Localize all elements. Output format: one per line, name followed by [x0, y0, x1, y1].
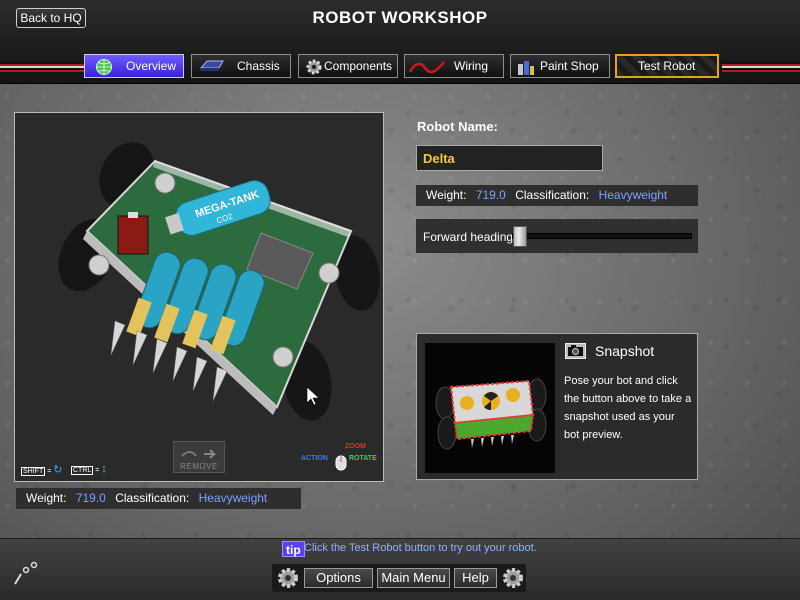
classification-value: Heavyweight: [598, 188, 668, 202]
forward-heading-slider-thumb[interactable]: [513, 226, 527, 247]
robot-name-label: Robot Name:: [417, 119, 498, 134]
weight-label: Weight:: [426, 188, 467, 202]
test-robot-button[interactable]: Test Robot: [615, 54, 719, 78]
tab-label: Overview: [126, 59, 177, 73]
ctrl-move-hint: CTRL = ↕: [71, 463, 107, 475]
globe-icon: [96, 59, 112, 75]
rotate-label: ROTATE: [349, 455, 377, 462]
cable-decoration-right: [722, 62, 800, 72]
classification-value: Heavyweight: [198, 491, 268, 505]
snapshot-preview: [425, 343, 555, 473]
zoom-label: ZOOM: [345, 443, 366, 450]
robot-3d-viewport[interactable]: MEGA-TANK CO2 SHIFT = ↻ CTRL = ↕ REMOVE …: [14, 112, 384, 482]
classification-label: Classification:: [115, 491, 190, 505]
tip-text: Click the Test Robot button to try out y…: [304, 542, 537, 554]
weight-label: Weight:: [26, 491, 67, 505]
stats-bar-panel: Weight: 719.0 Classification: Heavyweigh…: [416, 185, 698, 206]
camera-icon[interactable]: [565, 343, 586, 359]
stats-bar-viewport: Weight: 719.0 Classification: Heavyweigh…: [16, 488, 301, 509]
wire-icon: [409, 61, 445, 74]
weight-value: 719.0: [475, 188, 506, 202]
tab-overview[interactable]: Overview: [84, 54, 184, 78]
snapshot-instructions: Pose your bot and click the button above…: [564, 375, 692, 441]
forward-heading-label: Forward heading:: [423, 230, 517, 244]
remove-label: REMOVE: [180, 462, 218, 471]
page-title: ROBOT WORKSHOP: [312, 8, 488, 27]
robot-model: MEGA-TANK CO2: [58, 142, 380, 421]
main-menu-button[interactable]: Main Menu: [377, 568, 450, 588]
header-bar: Back to HQ ROBOT WORKSHOP Overview Chass…: [0, 0, 800, 84]
remove-arrow-icon: [181, 449, 217, 459]
snapshot-panel: Snapshot Pose your bot and click the but…: [416, 333, 698, 480]
gear-icon: [306, 59, 322, 75]
shift-key-label: SHIFT: [21, 467, 46, 476]
tab-chassis[interactable]: Chassis: [191, 54, 291, 78]
tab-label: Wiring: [454, 59, 489, 73]
shift-rotate-hint: SHIFT = ↻: [21, 464, 63, 476]
tab-label: Components: [324, 59, 393, 73]
action-label: ACTION: [301, 455, 328, 462]
tab-label: Test Robot: [638, 59, 696, 73]
logo-icon: [14, 561, 38, 585]
snapshot-image: [435, 378, 547, 450]
vertical-arrow-icon: ↕: [101, 463, 107, 475]
tab-label: Paint Shop: [540, 59, 599, 73]
gear-icon: [278, 568, 298, 588]
help-button[interactable]: Help: [454, 568, 497, 588]
remove-button[interactable]: REMOVE: [173, 441, 225, 473]
tab-wiring[interactable]: Wiring: [404, 54, 504, 78]
weight-value: 719.0: [75, 491, 106, 505]
cable-decoration-left: [0, 62, 84, 72]
robot-name-input[interactable]: [416, 145, 603, 171]
tab-label: Chassis: [237, 59, 280, 73]
tip-badge: tip: [282, 541, 305, 557]
snapshot-title: Snapshot: [595, 343, 655, 359]
classification-label: Classification:: [515, 188, 590, 202]
tab-paint-shop[interactable]: Paint Shop: [510, 54, 610, 78]
tab-components[interactable]: Components: [298, 54, 398, 78]
mouse-controls-hint: ZOOM ACTION ROTATE: [301, 441, 381, 475]
options-button[interactable]: Options: [304, 568, 373, 588]
mouse-icon: [335, 455, 347, 471]
forward-heading-slider[interactable]: [512, 233, 692, 239]
chassis-icon: [199, 60, 224, 71]
ctrl-key-label: CTRL: [71, 466, 94, 475]
paint-icon: [518, 61, 534, 75]
gear-icon: [503, 568, 523, 588]
rotate-icon: ↻: [53, 464, 63, 476]
